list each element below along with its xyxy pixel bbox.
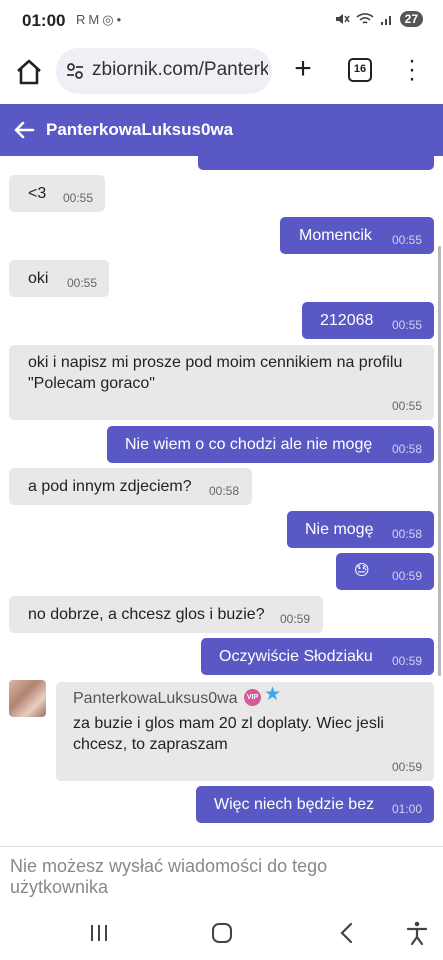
address-bar[interactable]: zbiornik.com/PanterkowaLuksus0wa xyxy=(56,48,272,94)
message-input-bar: Nie możesz wysłać wiadomości do tego uży… xyxy=(0,846,443,902)
message-time: 00:55 xyxy=(63,191,94,205)
plus-icon[interactable]: + xyxy=(288,54,318,85)
r-notification-icon: R xyxy=(76,12,89,27)
system-icons: 27 xyxy=(334,11,423,27)
message-bubble: a pod innym zdjeciem? 00:58 xyxy=(9,468,252,505)
message-bubble: Oczywiście Słodziaku 00:59 xyxy=(201,638,434,675)
message-text: Oczywiście Słodziaku xyxy=(219,648,373,665)
message-text: no dobrze, a chcesz glos i buzie? xyxy=(28,606,265,623)
message-time: 00:58 xyxy=(392,527,423,541)
chevron-left-icon[interactable] xyxy=(334,920,360,946)
tune-icon[interactable] xyxy=(65,61,85,81)
home-circle-icon[interactable] xyxy=(209,920,235,946)
chat-partner-name: PanterkowaLuksus0wa xyxy=(46,120,234,139)
home-icon[interactable] xyxy=(14,57,44,87)
message-text: 212068 xyxy=(320,312,374,329)
url-text[interactable]: zbiornik.com/PanterkowaLuksus0wa xyxy=(92,59,268,81)
message-text: Momencik xyxy=(299,227,372,244)
message-bubble: 212068 00:55 xyxy=(302,302,434,339)
more-notifications-dot: • xyxy=(116,12,125,27)
star-icon: ★ xyxy=(264,684,282,705)
message-time: 00:59 xyxy=(392,654,423,668)
message-bubble: oki 00:55 xyxy=(9,260,109,297)
signal-icon xyxy=(380,16,391,25)
message-text: "Polecam goraco" xyxy=(28,375,155,392)
sender-name[interactable]: PanterkowaLuksus0wa xyxy=(73,688,238,710)
message-bubble: Momencik 00:55 xyxy=(280,217,434,254)
message-bubble: Nie wiem o co chodzi ale nie mogę 00:58 xyxy=(107,426,434,463)
tabs-icon[interactable]: 16 xyxy=(348,58,372,82)
battery-indicator: 27 xyxy=(399,11,423,27)
message-text: Nie mogę xyxy=(305,521,374,538)
app-notification-icon: ◎ xyxy=(102,12,117,27)
message-time: 01:00 xyxy=(392,802,423,816)
notification-icons: RM◎• xyxy=(76,12,124,28)
recents-icon[interactable] xyxy=(86,920,112,946)
vip-badge: VIP xyxy=(244,689,261,706)
browser-toolbar: zbiornik.com/PanterkowaLuksus0wa + 16 ··… xyxy=(0,42,443,104)
message-text: chcesz, to zapraszam xyxy=(73,736,228,753)
disabled-message-notice: Nie możesz wysłać wiadomości do tego uży… xyxy=(10,856,328,897)
chat-header: PanterkowaLuksus0wa xyxy=(0,104,443,156)
scrollbar[interactable] xyxy=(438,246,441,676)
message-text: oki xyxy=(28,270,49,287)
message-time: 00:59 xyxy=(392,760,423,774)
message-time: 00:55 xyxy=(392,318,423,332)
status-time: 01:00 xyxy=(22,11,66,30)
message-time: 00:55 xyxy=(67,276,98,290)
message-bubble: oki i napisz mi prosze pod moim cennikie… xyxy=(9,345,434,420)
mute-icon xyxy=(335,14,350,24)
wifi-icon xyxy=(356,13,374,24)
status-bar: 01:00 RM◎• 27 xyxy=(0,0,443,42)
emoji-sad-sweat-icon: 😓 xyxy=(354,562,370,579)
message-time: 00:58 xyxy=(392,442,423,456)
message-text: za buzie i glos mam 20 zl doplaty. Wiec … xyxy=(73,715,384,732)
arrow-left-icon[interactable] xyxy=(12,118,36,142)
message-time: 00:59 xyxy=(280,612,311,626)
message-text: a pod innym zdjeciem? xyxy=(28,478,192,495)
avatar[interactable] xyxy=(9,680,46,717)
message-time: 00:55 xyxy=(392,399,423,413)
message-text: Więc niech będzie bez xyxy=(214,796,375,813)
message-bubble: PanterkowaLuksus0wa VIP ★ za buzie i glo… xyxy=(56,682,434,781)
message-bubble: <3 00:55 xyxy=(9,175,105,212)
more-vert-icon[interactable]: · · · xyxy=(404,49,420,91)
message-bubble: 😓 00:59 xyxy=(336,553,434,590)
message-bubble: Nie mogę 00:58 xyxy=(287,511,434,548)
message-time: 00:55 xyxy=(392,233,423,247)
message-text: oki i napisz mi prosze pod moim cennikie… xyxy=(28,354,403,371)
system-navigation-bar xyxy=(0,902,443,960)
message-text: Nie wiem o co chodzi ale nie mogę xyxy=(125,436,373,453)
message-time: 00:58 xyxy=(209,484,240,498)
message-bubble-partial xyxy=(198,156,434,170)
message-time: 00:59 xyxy=(392,569,423,583)
message-bubble: Więc niech będzie bez 01:00 xyxy=(196,786,434,823)
accessibility-icon[interactable] xyxy=(404,920,430,946)
gmail-icon: M xyxy=(88,12,103,27)
message-bubble: no dobrze, a chcesz glos i buzie? 00:59 xyxy=(9,596,323,633)
chat-messages[interactable]: <3 00:55 Momencik 00:55 oki 00:55 212068… xyxy=(0,156,443,846)
message-text: <3 xyxy=(28,185,47,202)
